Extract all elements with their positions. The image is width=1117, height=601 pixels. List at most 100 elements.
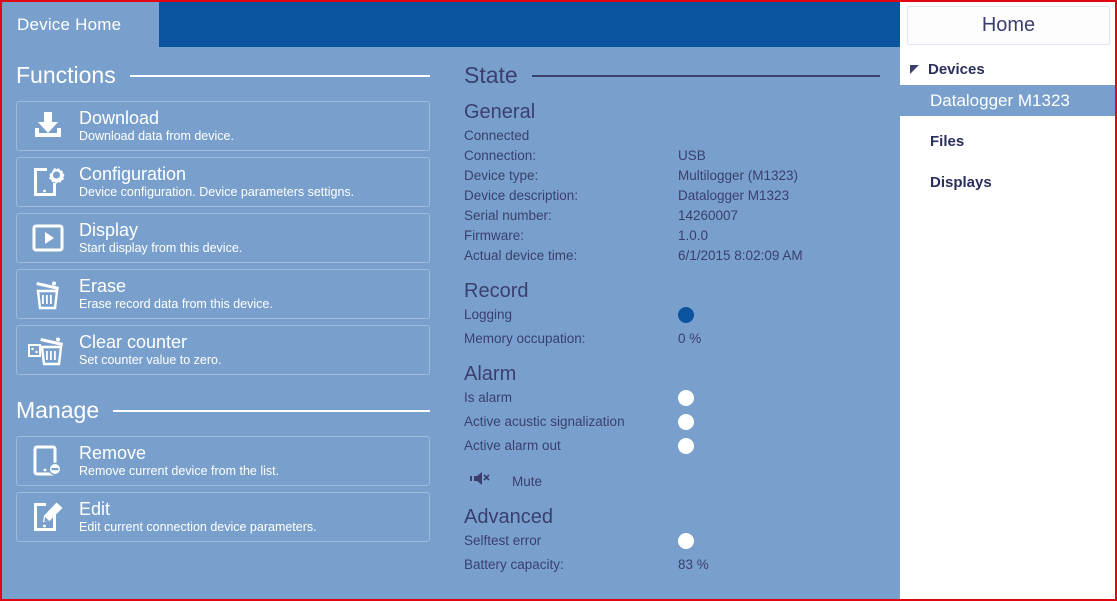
left-column: Functions Download Download data from de… <box>16 62 430 548</box>
erase-button[interactable]: Erase Erase record data from this device… <box>16 269 430 319</box>
general-group-heading: General <box>464 101 536 123</box>
configuration-icon <box>17 166 79 198</box>
acoustic-signalization-row: Active acustic signalization <box>464 412 880 436</box>
is-alarm-row: Is alarm <box>464 388 880 412</box>
display-icon <box>17 224 79 252</box>
display-button[interactable]: Display Start display from this device. <box>16 213 430 263</box>
display-subtitle: Start display from this device. <box>79 240 243 255</box>
home-button[interactable]: Home <box>907 6 1110 45</box>
connected-label: Connected <box>464 128 530 143</box>
alarm-out-led <box>678 438 694 454</box>
acoustic-signalization-label: Active acustic signalization <box>464 414 625 429</box>
table-row: Firmware: 1.0.0 <box>464 226 880 246</box>
device-type-label: Device type: <box>464 168 539 183</box>
triangle-collapse-icon[interactable] <box>910 64 919 74</box>
tab-label: Device Home <box>17 14 122 34</box>
sidebar-item-label: Displays <box>930 174 992 191</box>
is-alarm-cell <box>678 388 880 412</box>
erase-icon <box>17 278 79 310</box>
tab-strip: Device Home <box>2 2 900 47</box>
battery-capacity-cell: 83 % <box>678 555 880 575</box>
state-column: State General Connected Connection: USB … <box>464 62 880 575</box>
serial-number-label: Serial number: <box>464 208 552 223</box>
edit-device-icon <box>17 501 79 533</box>
mute-button[interactable]: Mute <box>464 470 880 492</box>
selftest-error-cell <box>678 531 880 555</box>
heading-rule <box>129 74 430 77</box>
functions-button-list: Download Download data from device. Conf… <box>16 101 430 375</box>
logging-label: Logging <box>464 307 513 322</box>
navigation-sidebar: Home Devices Datalogger M1323 Files Disp… <box>900 2 1115 599</box>
sidebar-item-displays[interactable]: Displays <box>900 167 1115 198</box>
remove-subtitle: Remove current device from the list. <box>79 463 280 478</box>
is-alarm-label: Is alarm <box>464 390 513 405</box>
connected-status-row: Connected <box>464 126 880 146</box>
remove-button[interactable]: Remove Remove current device from the li… <box>16 436 430 486</box>
configuration-button-text: Configuration Device configuration. Devi… <box>79 165 354 199</box>
download-button[interactable]: Download Download data from device. <box>16 101 430 151</box>
tab-device-home[interactable]: Device Home <box>2 2 159 47</box>
application-window: Device Home Functions Download Download … <box>0 0 1117 601</box>
configuration-button[interactable]: Configuration Device configuration. Devi… <box>16 157 430 207</box>
sidebar-group-label: Devices <box>928 60 985 78</box>
heading-rule <box>113 409 430 412</box>
sidebar-item-label: Datalogger M1323 <box>930 90 1070 110</box>
table-row: Device type: Multilogger (M1323) <box>464 166 880 186</box>
clear-counter-button-text: Clear counter Set counter value to zero. <box>79 333 221 367</box>
battery-capacity-label: Battery capacity: <box>464 557 564 572</box>
configuration-title: Configuration <box>79 163 187 184</box>
erase-subtitle: Erase record data from this device. <box>79 296 273 311</box>
heading-rule <box>531 74 880 77</box>
main-panel: Functions Download Download data from de… <box>2 47 900 599</box>
clear-counter-title: Clear counter <box>79 331 188 352</box>
mute-label: Mute <box>512 473 543 489</box>
manage-section-heading: Manage <box>16 397 430 424</box>
table-row: Device description: Datalogger M1323 <box>464 186 880 206</box>
device-time-value: 6/1/2015 8:02:09 AM <box>678 248 803 263</box>
state-heading-text: State <box>464 62 518 88</box>
download-button-text: Download Download data from device. <box>79 109 234 143</box>
memory-occupation-row: Memory occupation: 0 % <box>464 329 880 349</box>
firmware-value: 1.0.0 <box>678 228 709 243</box>
memory-occupation-value: 0 % <box>678 331 702 346</box>
sidebar-item-datalogger-m1323[interactable]: Datalogger M1323 <box>900 85 1115 116</box>
battery-capacity-value: 83 % <box>678 557 709 572</box>
functions-heading-text: Functions <box>16 62 116 88</box>
navigation-tree: Devices Datalogger M1323 Files Displays <box>900 53 1115 198</box>
display-button-text: Display Start display from this device. <box>79 221 242 255</box>
edit-button[interactable]: Edit Edit current connection device para… <box>16 492 430 542</box>
is-alarm-led <box>678 390 694 406</box>
alarm-out-row: Active alarm out <box>464 436 880 460</box>
remove-button-text: Remove Remove current device from the li… <box>79 444 279 478</box>
device-time-label: Actual device time: <box>464 248 578 263</box>
clear-counter-button[interactable]: Clear counter Set counter value to zero. <box>16 325 430 375</box>
selftest-error-led <box>678 533 694 549</box>
erase-button-text: Erase Erase record data from this device… <box>79 277 273 311</box>
record-group-heading: Record <box>464 280 529 302</box>
serial-number-value: 14260007 <box>678 208 739 223</box>
acoustic-signalization-led <box>678 414 694 430</box>
logging-status-led <box>678 307 694 323</box>
sidebar-group-devices[interactable]: Devices <box>900 53 1115 85</box>
functions-section-heading: Functions <box>16 62 430 89</box>
alarm-out-cell <box>678 436 880 460</box>
manage-button-list: Remove Remove current device from the li… <box>16 436 430 542</box>
connection-label: Connection: <box>464 148 537 163</box>
home-button-label: Home <box>981 14 1036 36</box>
logging-indicator-cell <box>678 305 880 329</box>
edit-button-text: Edit Edit current connection device para… <box>79 500 317 534</box>
selftest-error-row: Selftest error <box>464 531 880 555</box>
edit-subtitle: Edit current connection device parameter… <box>79 519 317 534</box>
memory-occupation-cell: 0 % <box>678 329 880 349</box>
download-icon <box>17 111 79 141</box>
edit-title: Edit <box>79 498 111 519</box>
alarm-out-label: Active alarm out <box>464 438 561 453</box>
download-title: Download <box>79 107 160 128</box>
manage-heading-text: Manage <box>16 397 100 423</box>
remove-device-icon <box>17 445 79 477</box>
erase-title: Erase <box>79 275 127 296</box>
connection-value: USB <box>678 148 706 163</box>
clear-counter-icon <box>17 334 79 366</box>
mute-speaker-icon <box>470 470 492 492</box>
sidebar-item-files[interactable]: Files <box>900 126 1115 157</box>
